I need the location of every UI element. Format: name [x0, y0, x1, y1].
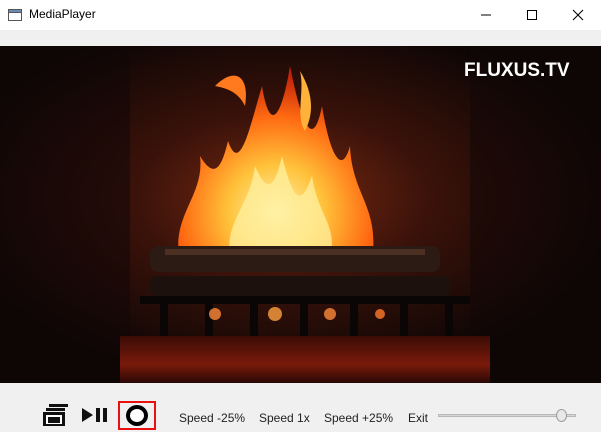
close-icon [572, 9, 584, 21]
exit-button[interactable]: Exit [408, 411, 428, 425]
play-pause-icon [82, 408, 107, 422]
maximize-button[interactable] [509, 0, 555, 30]
speed-down-button[interactable]: Speed -25% [179, 411, 245, 425]
play-pause-button[interactable] [82, 407, 110, 423]
speed-normal-button[interactable]: Speed 1x [259, 411, 310, 425]
stop-icon [126, 405, 148, 426]
slider-thumb[interactable] [556, 409, 567, 422]
controls-bar: Speed -25% Speed 1x Speed +25% Exit [0, 383, 601, 431]
speed-up-button[interactable]: Speed +25% [324, 411, 393, 425]
maximize-icon [527, 10, 537, 20]
close-button[interactable] [555, 0, 601, 30]
minimize-button[interactable] [463, 0, 509, 30]
fullscreen-icon [43, 404, 68, 426]
title-bar: MediaPlayer [0, 0, 601, 30]
video-frame[interactable]: FLUXUS.TV [0, 46, 601, 383]
minimize-icon [481, 14, 491, 16]
fullscreen-button[interactable] [43, 403, 69, 427]
fireplace-scene [0, 46, 601, 383]
stop-button[interactable] [118, 401, 156, 430]
window-title: MediaPlayer [29, 7, 96, 21]
channel-watermark: FLUXUS.TV [464, 60, 570, 81]
window-app-icon [8, 8, 22, 21]
volume-slider[interactable] [438, 408, 578, 424]
